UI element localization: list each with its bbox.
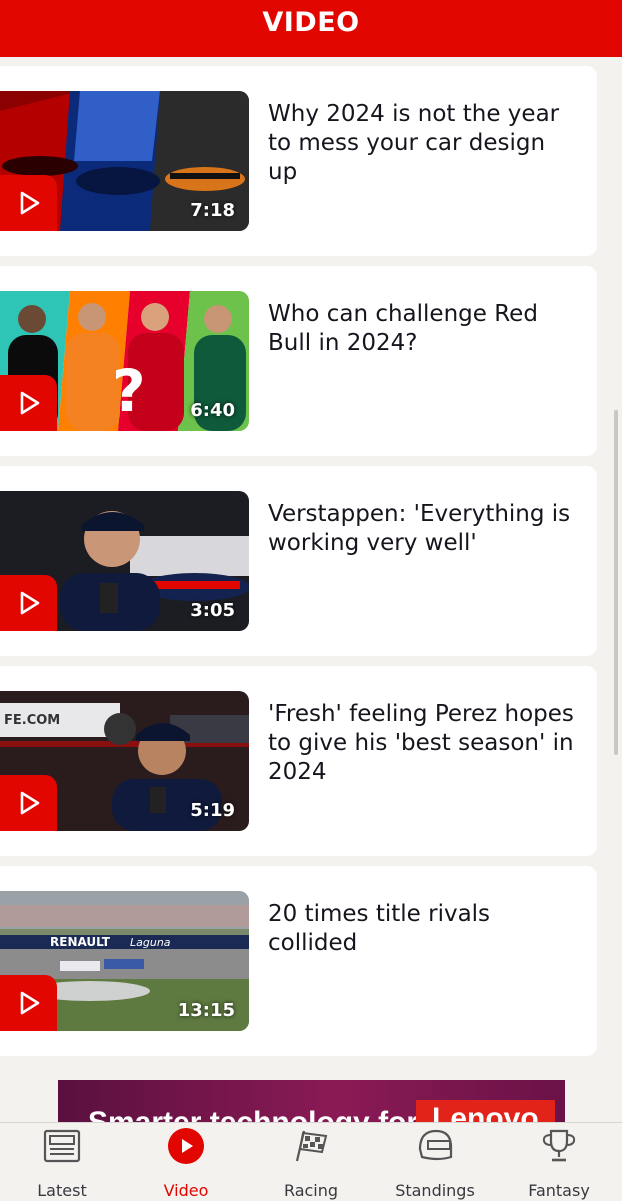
play-button[interactable] <box>0 575 57 631</box>
tab-standings[interactable]: Standings <box>385 1123 485 1201</box>
news-icon <box>43 1129 81 1163</box>
advertisement-banner[interactable]: Smarter technology for all Lenovo <box>58 1080 565 1122</box>
video-duration: 6:40 <box>190 400 235 421</box>
play-button[interactable] <box>0 775 57 831</box>
play-icon <box>20 191 39 215</box>
video-card[interactable]: RENAULT Laguna 13:15 20 times title riva… <box>0 866 597 1056</box>
play-button[interactable] <box>0 175 57 231</box>
video-card[interactable]: ? 6:40 Who can challenge Red Bull in 202… <box>0 266 597 456</box>
play-button[interactable] <box>0 975 57 1031</box>
play-button[interactable] <box>0 375 57 431</box>
thumbnail-banner-text: Laguna <box>130 936 171 949</box>
checkered-flag-icon <box>295 1130 328 1162</box>
thumbnail-banner-text: FE.COM <box>4 713 60 728</box>
bottom-tab-bar: Latest Video Racing Standings Fantasy <box>0 1122 622 1201</box>
video-duration: 13:15 <box>177 1000 235 1021</box>
play-icon <box>20 791 39 815</box>
video-card[interactable]: 7:18 Why 2024 is not the year to mess yo… <box>0 66 597 256</box>
tab-video[interactable]: Video <box>136 1123 236 1201</box>
video-thumbnail[interactable]: ? 6:40 <box>0 291 249 431</box>
video-thumbnail[interactable]: FE.COM 5:19 <box>0 691 249 831</box>
play-icon <box>20 591 39 615</box>
video-title[interactable]: Who can challenge Red Bull in 2024? <box>268 300 578 358</box>
video-card[interactable]: FE.COM 5:19 'Fresh' feeling Perez hopes … <box>0 666 597 856</box>
tab-label: Fantasy <box>528 1181 590 1200</box>
video-title[interactable]: Verstappen: 'Everything is working very … <box>268 500 578 558</box>
play-circle-icon <box>168 1128 204 1164</box>
trophy-icon <box>542 1129 576 1162</box>
play-icon <box>20 991 39 1015</box>
page-title: VIDEO <box>0 0 622 57</box>
video-card[interactable]: 3:05 Verstappen: 'Everything is working … <box>0 466 597 656</box>
video-duration: 3:05 <box>190 600 235 621</box>
ad-brand-logo: Lenovo <box>416 1100 555 1122</box>
video-title[interactable]: 'Fresh' feeling Perez hopes to give his … <box>268 700 578 787</box>
play-icon <box>20 391 39 415</box>
video-title[interactable]: 20 times title rivals collided <box>268 900 578 958</box>
tab-label: Standings <box>395 1181 475 1200</box>
tab-label: Racing <box>283 1181 339 1200</box>
thumbnail-banner-text: RENAULT <box>50 935 111 949</box>
tab-latest[interactable]: Latest <box>12 1123 112 1201</box>
ad-text: Smarter technology for all <box>88 1106 460 1122</box>
tab-fantasy[interactable]: Fantasy <box>509 1123 609 1201</box>
video-thumbnail[interactable]: 7:18 <box>0 91 249 231</box>
tab-label: Video <box>163 1181 209 1200</box>
video-thumbnail[interactable]: 3:05 <box>0 491 249 631</box>
svg-text:?: ? <box>112 357 146 425</box>
tab-racing[interactable]: Racing <box>261 1123 361 1201</box>
video-title[interactable]: Why 2024 is not the year to mess your ca… <box>268 100 578 187</box>
helmet-icon <box>418 1129 453 1161</box>
video-thumbnail[interactable]: RENAULT Laguna 13:15 <box>0 891 249 1031</box>
scrollbar[interactable] <box>614 410 618 755</box>
tab-label: Latest <box>37 1181 87 1200</box>
video-duration: 5:19 <box>190 800 235 821</box>
video-duration: 7:18 <box>190 200 235 221</box>
